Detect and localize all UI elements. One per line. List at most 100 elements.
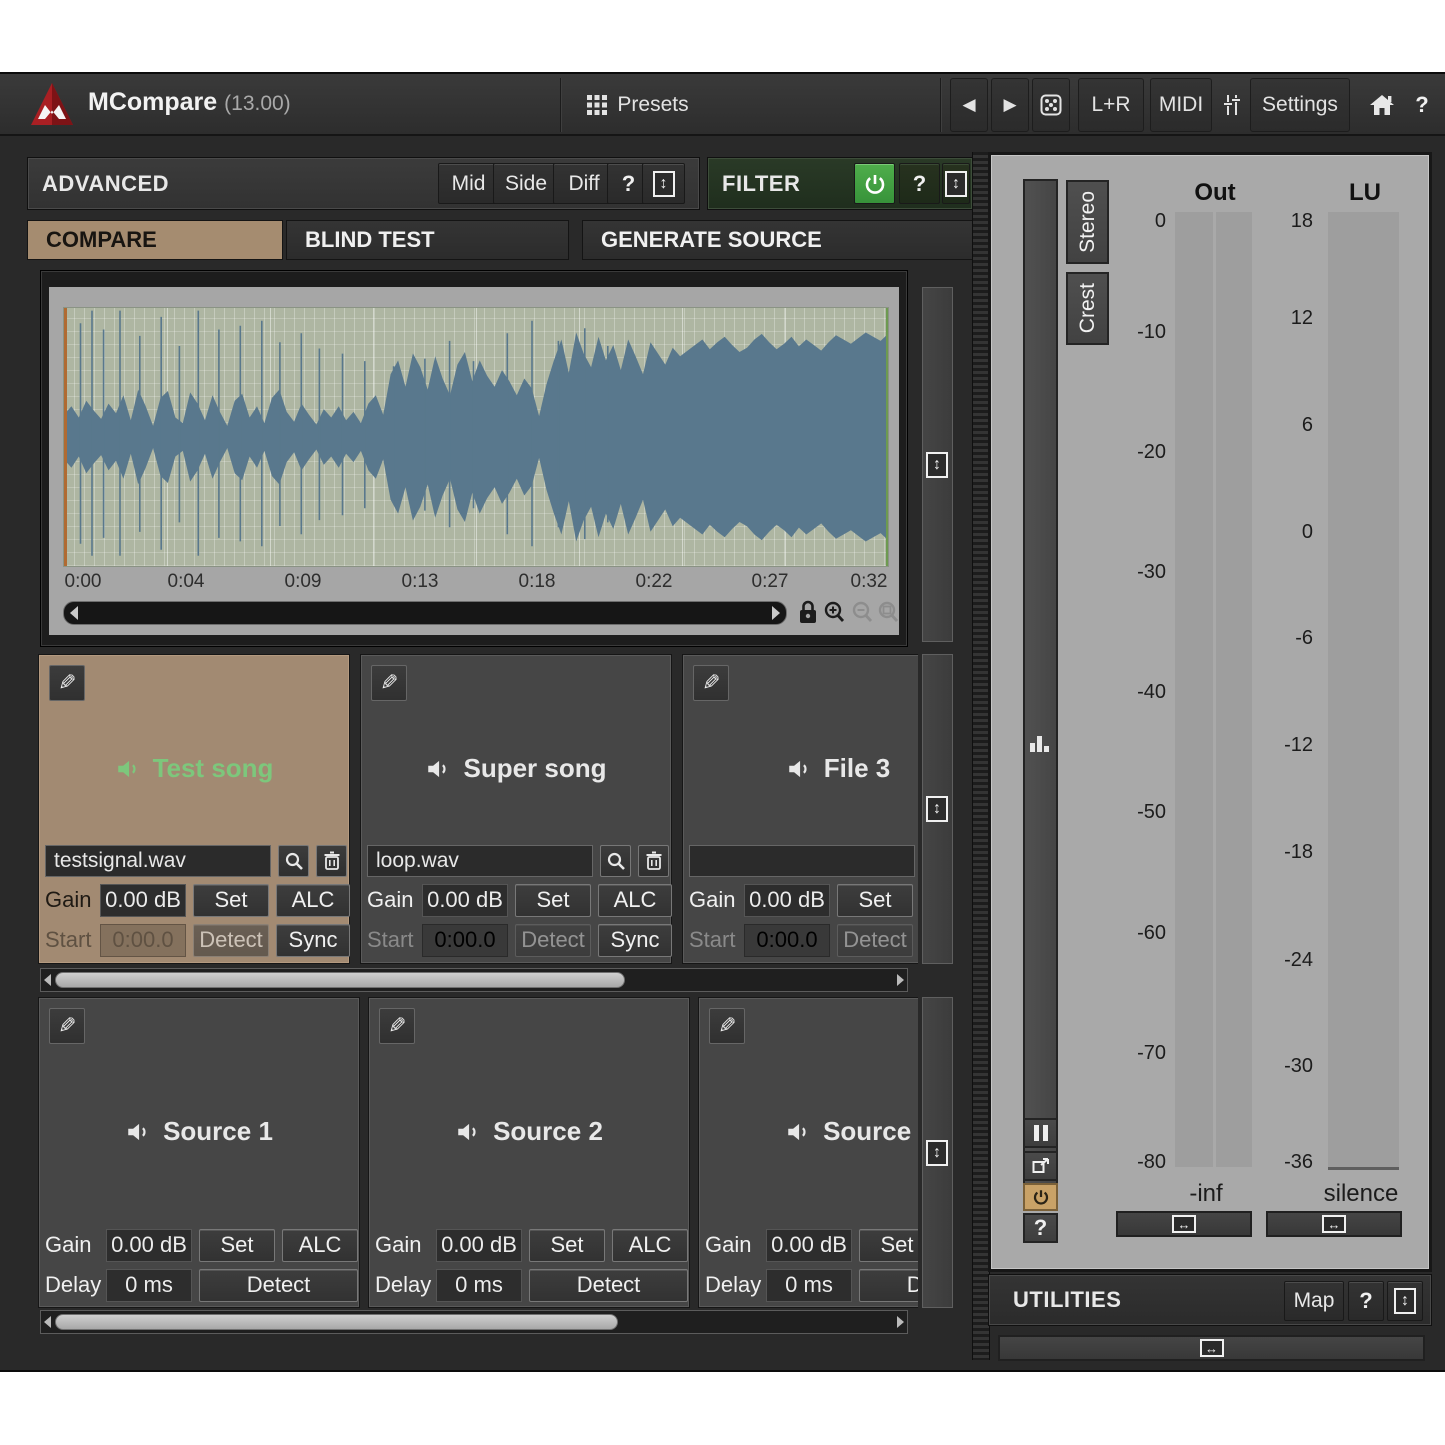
home-button[interactable] <box>1360 78 1404 132</box>
gain-value[interactable]: 0.00 dB <box>100 884 186 917</box>
signal-flow-button[interactable] <box>1216 78 1248 132</box>
gain-value[interactable]: 0.00 dB <box>106 1229 192 1262</box>
crest-mode-button[interactable]: Crest <box>1066 272 1109 345</box>
advanced-collapse-button[interactable]: ↕ <box>642 163 685 204</box>
utilities-help-button[interactable]: ? <box>1348 1281 1384 1321</box>
row2-scrollbar[interactable] <box>40 1310 908 1334</box>
edit-name-button[interactable]: ✎ <box>49 1008 85 1044</box>
detect-button[interactable]: Detect <box>193 924 269 957</box>
gain-label: Gain <box>705 1232 759 1258</box>
source-panel-source-3[interactable]: ✎ Source 3 Gain 0.00 dB Set ALC Delay 0 … <box>698 997 918 1308</box>
clear-file-button[interactable] <box>638 845 669 877</box>
edit-name-button[interactable]: ✎ <box>709 1008 745 1044</box>
edit-name-button[interactable]: ✎ <box>379 1008 415 1044</box>
clear-file-button[interactable] <box>316 845 347 877</box>
alc-button[interactable]: ALC <box>612 1229 688 1262</box>
gain-set-button[interactable]: Set <box>529 1229 605 1262</box>
source-panel-source-1[interactable]: ✎ Source 1 Gain 0.00 dB Set ALC Delay 0 … <box>38 997 360 1308</box>
stereo-mode-button[interactable]: Stereo <box>1066 180 1109 264</box>
detect-button[interactable]: Detect <box>859 1269 918 1302</box>
gain-set-button[interactable]: Set <box>515 884 591 917</box>
lu-meter-width-slider[interactable]: ↔ <box>1266 1211 1402 1237</box>
pause-meters-button[interactable] <box>1023 1118 1058 1148</box>
alc-button[interactable]: ALC <box>276 884 350 917</box>
detect-button[interactable]: Detect <box>837 924 913 957</box>
zoom-in-icon[interactable] <box>823 599 845 625</box>
midi-button[interactable]: MIDI <box>1150 78 1212 132</box>
scroll-right-icon <box>897 974 904 986</box>
detect-button[interactable]: Detect <box>515 924 591 957</box>
tab-compare[interactable]: COMPARE <box>27 220 283 260</box>
file-row: loop.wav <box>367 845 669 877</box>
popout-meters-button[interactable] <box>1023 1151 1058 1181</box>
file-row <box>689 845 918 877</box>
edit-name-button[interactable]: ✎ <box>371 665 407 701</box>
zoom-out-icon[interactable] <box>851 599 873 625</box>
mid-button[interactable]: Mid <box>438 163 499 204</box>
scrollbar-thumb[interactable] <box>55 972 625 988</box>
gain-set-button[interactable]: Set <box>837 884 913 917</box>
gain-value[interactable]: 0.00 dB <box>744 884 830 917</box>
waveform-display[interactable] <box>63 307 889 567</box>
file-input[interactable]: loop.wav <box>367 845 593 877</box>
tab-generate-source[interactable]: GENERATE SOURCE <box>582 220 973 260</box>
meter-range-slider[interactable] <box>1023 179 1058 1187</box>
sync-button[interactable]: Sync <box>276 924 350 957</box>
detect-button[interactable]: Detect <box>199 1269 358 1302</box>
start-value[interactable]: 0:00.0 <box>422 924 508 957</box>
gain-value[interactable]: 0.00 dB <box>422 884 508 917</box>
row2-resize-handle[interactable]: ↕ <box>922 997 953 1308</box>
file-input[interactable]: testsignal.wav <box>45 845 271 877</box>
start-value[interactable]: 0:00.0 <box>100 924 186 957</box>
detect-button[interactable]: Detect <box>529 1269 688 1302</box>
random-preset-button[interactable] <box>1032 78 1070 132</box>
delay-value[interactable]: 0 ms <box>766 1269 852 1302</box>
alc-button[interactable]: ALC <box>598 884 672 917</box>
sync-button[interactable]: Sync <box>598 924 672 957</box>
side-button[interactable]: Side <box>493 163 559 204</box>
row1-scrollbar[interactable] <box>40 968 908 992</box>
source-panel-test-song[interactable]: ✎ Test song testsignal.wav Gain 0.00 dB … <box>38 654 350 964</box>
out-meter-width-slider[interactable]: ↔ <box>1116 1211 1252 1237</box>
source-panel-source-2[interactable]: ✎ Source 2 Gain 0.00 dB Set ALC Delay 0 … <box>368 997 690 1308</box>
source-panel-super-song[interactable]: ✎ Super song loop.wav Gain 0.00 dB Set A… <box>360 654 672 964</box>
meters-power-button[interactable] <box>1023 1183 1058 1211</box>
scrollbar-thumb[interactable] <box>55 1314 618 1330</box>
prev-preset-button[interactable]: ◀ <box>950 78 988 132</box>
zoom-reset-icon[interactable] <box>877 599 899 625</box>
edit-name-button[interactable]: ✎ <box>49 665 85 701</box>
tab-blind-test[interactable]: BLIND TEST <box>286 220 569 260</box>
waveform-scrollbar[interactable] <box>63 601 787 625</box>
source-panel-file-3[interactable]: ✎ File 3 Gain 0.00 dB Set ALC Start 0:00… <box>682 654 918 964</box>
browse-file-button[interactable] <box>278 845 309 877</box>
gain-set-button[interactable]: Set <box>859 1229 918 1262</box>
file-input[interactable] <box>689 845 915 877</box>
row1-resize-handle[interactable]: ↕ <box>922 654 953 964</box>
filter-help-button[interactable]: ? <box>899 163 940 204</box>
gain-value[interactable]: 0.00 dB <box>436 1229 522 1262</box>
meter-panel-width-slider[interactable]: ↔ <box>998 1335 1425 1361</box>
start-value[interactable]: 0:00.0 <box>744 924 830 957</box>
gain-set-button[interactable]: Set <box>193 884 269 917</box>
utilities-collapse-button[interactable]: ↕ <box>1387 1281 1423 1321</box>
waveform-resize-handle[interactable]: ↕ <box>922 287 953 642</box>
delay-value[interactable]: 0 ms <box>106 1269 192 1302</box>
gain-value[interactable]: 0.00 dB <box>766 1229 852 1262</box>
filter-power-button[interactable] <box>854 163 895 204</box>
diff-button[interactable]: Diff <box>553 163 615 204</box>
edit-name-button[interactable]: ✎ <box>693 665 729 701</box>
settings-button[interactable]: Settings <box>1250 78 1350 132</box>
next-preset-button[interactable]: ▶ <box>991 78 1029 132</box>
search-icon <box>284 851 304 871</box>
gain-set-button[interactable]: Set <box>199 1229 275 1262</box>
alc-button[interactable]: ALC <box>282 1229 358 1262</box>
presets-button[interactable]: Presets <box>565 78 710 132</box>
meters-help-button[interactable]: ? <box>1023 1213 1058 1243</box>
filter-collapse-button[interactable]: ↕ <box>942 163 970 204</box>
channel-mode-button[interactable]: L+R <box>1078 78 1144 132</box>
delay-value[interactable]: 0 ms <box>436 1269 522 1302</box>
help-button[interactable]: ? <box>1404 78 1440 132</box>
browse-file-button[interactable] <box>600 845 631 877</box>
map-button[interactable]: Map <box>1284 1281 1344 1321</box>
lock-icon[interactable] <box>797 599 819 625</box>
